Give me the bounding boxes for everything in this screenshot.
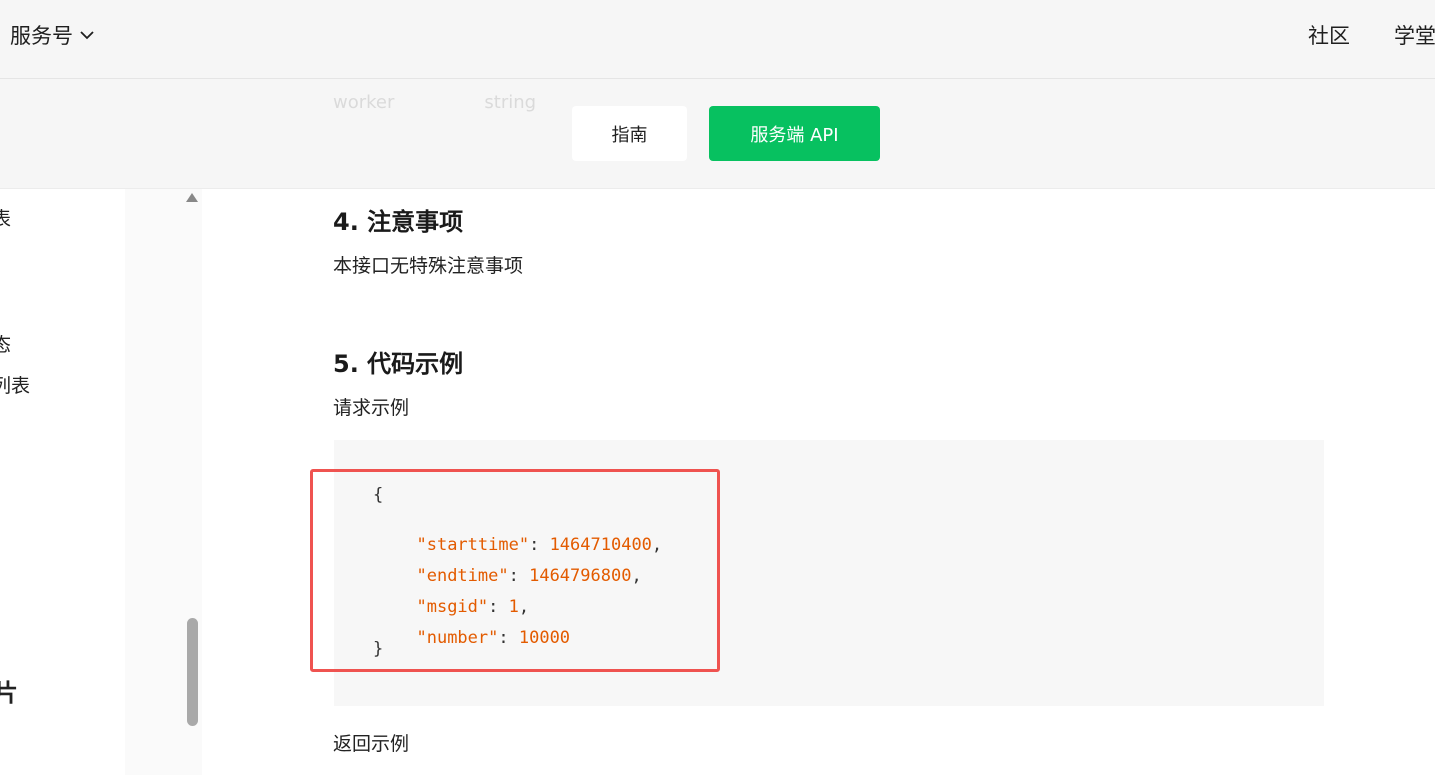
section-title: 5. 代码示例 <box>333 350 464 378</box>
sidebar-heading: 片 <box>0 679 18 707</box>
nav-item-academy[interactable]: 学堂 <box>1394 20 1435 50</box>
chevron-down-icon <box>80 31 94 40</box>
sidebar-item[interactable]: 表 <box>0 204 11 231</box>
sidebar-item[interactable]: 列表 <box>0 371 30 398</box>
sidebar-item[interactable]: 态 <box>0 330 11 357</box>
brand-label: 服务号 <box>10 24 73 48</box>
tab-server-api[interactable]: 服务端 API <box>709 106 880 161</box>
faded-table-row: worker string <box>333 92 536 113</box>
faded-cell: worker <box>333 92 395 113</box>
faded-cell: string <box>484 92 537 113</box>
response-example-label: 返回示例 <box>333 733 410 755</box>
section-title: 4. 注意事项 <box>333 208 464 236</box>
section-text: 本接口无特殊注意事项 <box>333 255 524 277</box>
tab-guide[interactable]: 指南 <box>572 106 687 161</box>
request-example-label: 请求示例 <box>333 397 410 419</box>
scrollbar-thumb[interactable] <box>187 618 198 726</box>
brand-menu[interactable]: 服务号 <box>10 20 95 50</box>
scroll-up-arrow-icon[interactable] <box>186 193 198 202</box>
top-header: 服务号 社区 学堂 <box>0 0 1435 79</box>
nav-item-community[interactable]: 社区 <box>1308 20 1350 50</box>
top-nav: 社区 学堂 <box>1308 20 1435 50</box>
annotation-highlight-box <box>310 469 720 672</box>
